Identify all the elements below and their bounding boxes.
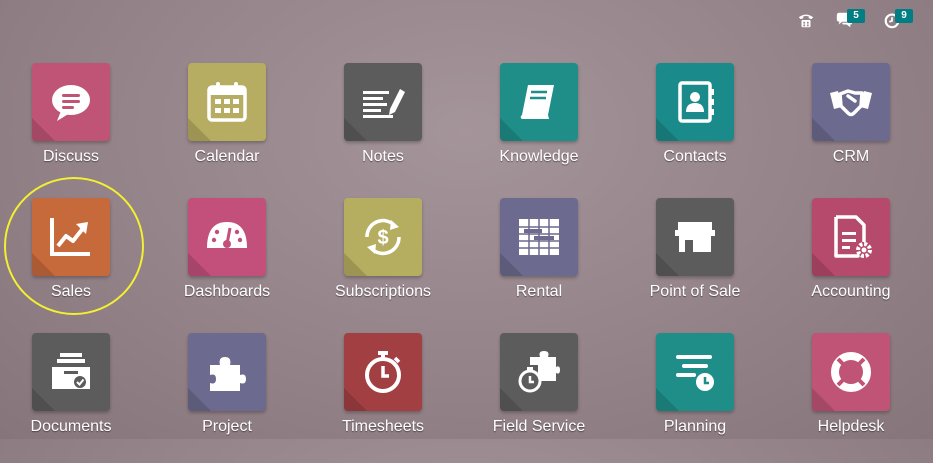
app-project[interactable]: Project [157, 333, 297, 463]
app-planning[interactable]: Planning [625, 333, 765, 463]
recurring-dollar-icon: $ [365, 218, 401, 256]
app-icon-timesheets [344, 333, 422, 411]
app-label: Timesheets [341, 418, 425, 435]
app-label: Rental [515, 283, 563, 300]
app-label: Contacts [663, 148, 727, 165]
app-icon-calendar [188, 63, 266, 141]
app-label: CRM [832, 148, 870, 165]
calendar-icon [207, 82, 247, 122]
app-icon-contacts [656, 63, 734, 141]
app-calendar[interactable]: Calendar [157, 63, 297, 193]
app-documents[interactable]: Documents [1, 333, 141, 463]
notes-icon [363, 89, 405, 118]
gauge-icon [207, 222, 247, 248]
app-notes[interactable]: Notes [313, 63, 453, 193]
app-icon-sales [32, 198, 110, 276]
app-icon-accounting [812, 198, 890, 276]
stopwatch-icon [365, 351, 401, 393]
app-label: Accounting [811, 283, 891, 300]
app-label: Documents [30, 418, 112, 435]
app-label: Dashboards [183, 283, 271, 300]
shop-icon [675, 222, 715, 252]
app-helpdesk[interactable]: Helpdesk [781, 333, 921, 463]
app-contacts[interactable]: Contacts [625, 63, 765, 193]
app-subscriptions[interactable]: $ Subscriptions [313, 198, 453, 328]
app-grid: Discuss Calendar Notes Knowledge Contact… [0, 0, 933, 439]
app-label: Project [202, 418, 252, 435]
app-icon-rental [500, 198, 578, 276]
app-icon-dashboards [188, 198, 266, 276]
app-icon-notes [344, 63, 422, 141]
gantt-icon [519, 219, 559, 255]
app-timesheets[interactable]: Timesheets [313, 333, 453, 463]
puzzle-icon [210, 357, 246, 391]
planning-icon [676, 355, 714, 391]
app-dashboards[interactable]: Dashboards [157, 198, 297, 328]
app-point-of-sale[interactable]: Point of Sale [625, 198, 765, 328]
app-label: Point of Sale [649, 283, 741, 300]
trend-chart-icon [50, 218, 90, 256]
app-icon-field-service [500, 333, 578, 411]
app-icon-discuss [32, 63, 110, 141]
app-accounting[interactable]: Accounting [781, 198, 921, 328]
app-icon-knowledge [500, 63, 578, 141]
app-field-service[interactable]: Field Service [469, 333, 609, 463]
app-knowledge[interactable]: Knowledge [469, 63, 609, 193]
app-icon-project [188, 333, 266, 411]
app-crm[interactable]: CRM [781, 63, 921, 193]
inbox-tray-icon [52, 353, 90, 389]
address-book-icon [678, 81, 714, 123]
svg-text:$: $ [377, 227, 388, 249]
app-icon-helpdesk [812, 333, 890, 411]
app-icon-documents [32, 333, 110, 411]
app-label: Calendar [194, 148, 260, 165]
puzzle-stopwatch-icon [518, 351, 560, 393]
app-label: Notes [362, 148, 404, 165]
app-discuss[interactable]: Discuss [1, 63, 141, 193]
app-label: Helpdesk [817, 418, 885, 435]
chat-bubble-icon [52, 85, 90, 121]
app-rental[interactable]: Rental [469, 198, 609, 328]
app-icon-planning [656, 333, 734, 411]
lifebuoy-icon [831, 352, 871, 392]
app-label: Sales [50, 283, 92, 300]
app-icon-crm [812, 63, 890, 141]
handshake-icon [830, 89, 872, 117]
app-label: Field Service [492, 418, 586, 435]
invoice-gear-icon [834, 215, 872, 258]
app-label: Subscriptions [334, 283, 432, 300]
app-icon-subscriptions: $ [344, 198, 422, 276]
app-label: Discuss [42, 148, 99, 165]
app-sales[interactable]: Sales [1, 198, 141, 328]
app-label: Planning [663, 418, 727, 435]
app-icon-point-of-sale [656, 198, 734, 276]
app-label: Knowledge [499, 148, 579, 165]
book-icon [520, 85, 554, 119]
